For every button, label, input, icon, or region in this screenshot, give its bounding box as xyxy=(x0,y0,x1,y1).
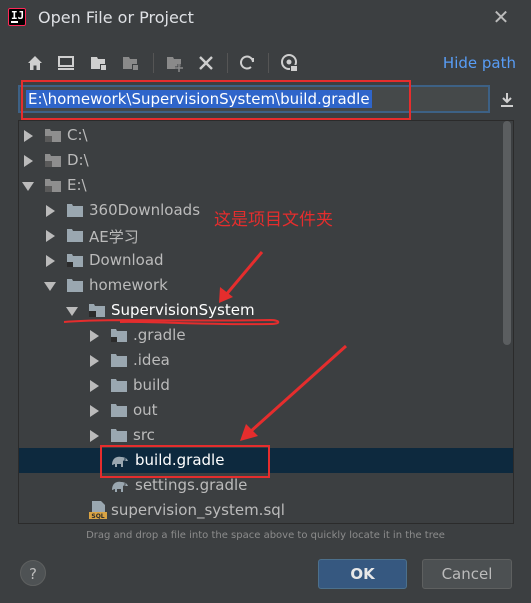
tree-item-label: E:\ xyxy=(67,176,87,194)
tree-item-label: 360Downloads xyxy=(89,201,201,219)
sql-file-icon: SQL xyxy=(89,501,107,520)
collapse-arrow-icon[interactable] xyxy=(22,182,34,191)
module-folder-icon xyxy=(89,304,105,317)
module-icon[interactable] xyxy=(120,52,142,74)
title-bar: IJ Open File or Project ✕ xyxy=(0,0,531,38)
delete-icon[interactable] xyxy=(195,52,217,74)
folder-icon xyxy=(111,404,127,417)
tree-item-label: out xyxy=(133,401,158,419)
tree-item-label: .gradle xyxy=(133,326,186,344)
home-icon[interactable] xyxy=(24,52,46,74)
ok-button[interactable]: OK xyxy=(318,559,407,589)
tree-item-homework[interactable]: homework xyxy=(19,273,513,298)
tree-item-e-drive[interactable]: E:\ xyxy=(19,173,513,198)
build-gradle-annotation-box xyxy=(100,445,270,478)
tree-item-label: supervision_system.sql xyxy=(111,501,285,519)
tree-item-label: src xyxy=(133,426,155,444)
folder-icon xyxy=(67,229,83,242)
folder-icon xyxy=(67,279,83,292)
tree-item-supervision-system-sql[interactable]: SQL supervision_system.sql xyxy=(19,498,513,523)
drag-drop-hint: Drag and drop a file into the space abov… xyxy=(86,530,445,541)
tree-item-label: build xyxy=(133,376,170,394)
show-hidden-icon[interactable] xyxy=(278,52,300,74)
tree-item-label: .idea xyxy=(133,351,170,369)
expand-arrow-icon[interactable] xyxy=(46,230,55,242)
tree-item-supervisionsystem[interactable]: SupervisionSystem xyxy=(19,298,513,323)
new-folder-icon[interactable] xyxy=(164,52,186,74)
tree-item-dot-gradle[interactable]: .gradle xyxy=(19,323,513,348)
refresh-icon[interactable] xyxy=(236,52,258,74)
folder-icon xyxy=(111,354,127,367)
help-button[interactable]: ? xyxy=(20,560,46,586)
tree-item-label: D:\ xyxy=(67,151,89,169)
tree-item-label: SupervisionSystem xyxy=(111,301,255,319)
path-annotation-box xyxy=(21,80,411,120)
folder-icon xyxy=(111,379,127,392)
tree-item-label: Download xyxy=(89,251,164,269)
desktop-icon[interactable] xyxy=(55,52,77,74)
intellij-logo-icon: IJ xyxy=(6,6,28,28)
drive-folder-icon xyxy=(45,179,61,192)
expand-arrow-icon[interactable] xyxy=(46,255,55,267)
expand-arrow-icon[interactable] xyxy=(24,130,33,142)
dialog-title: Open File or Project xyxy=(38,8,194,27)
download-icon[interactable] xyxy=(497,90,517,110)
expand-arrow-icon[interactable] xyxy=(90,355,99,367)
close-icon[interactable]: ✕ xyxy=(491,7,511,27)
tree-item-c-drive[interactable]: C:\ xyxy=(19,123,513,148)
expand-arrow-icon[interactable] xyxy=(90,405,99,417)
toolbar-separator xyxy=(268,53,269,73)
special-folder-icon xyxy=(67,254,83,267)
tree-item-label: homework xyxy=(89,276,168,294)
drive-folder-icon xyxy=(45,129,61,142)
tree-item-label: settings.gradle xyxy=(135,476,248,494)
tree-item-label: AE学习 xyxy=(89,228,139,246)
expand-arrow-icon[interactable] xyxy=(90,430,99,442)
tree-item-build[interactable]: build xyxy=(19,373,513,398)
tree-item-idea[interactable]: .idea xyxy=(19,348,513,373)
expand-arrow-icon[interactable] xyxy=(90,330,99,342)
tree-item-out[interactable]: out xyxy=(19,398,513,423)
svg-text:SQL: SQL xyxy=(91,513,104,520)
annotation-text: 这是项目文件夹 xyxy=(214,210,333,230)
cancel-button[interactable]: Cancel xyxy=(422,559,512,589)
folder-icon xyxy=(67,204,83,217)
collapse-arrow-icon[interactable] xyxy=(44,282,56,291)
drive-folder-icon xyxy=(45,154,61,167)
collapse-arrow-icon[interactable] xyxy=(66,307,78,316)
expand-arrow-icon[interactable] xyxy=(46,205,55,217)
tree-item-download[interactable]: Download xyxy=(19,248,513,273)
tree-item-d-drive[interactable]: D:\ xyxy=(19,148,513,173)
expand-arrow-icon[interactable] xyxy=(24,155,33,167)
gradle-elephant-icon xyxy=(112,481,128,492)
folder-icon xyxy=(111,429,127,442)
tree-item-label: C:\ xyxy=(67,126,88,144)
expand-arrow-icon[interactable] xyxy=(90,380,99,392)
project-icon[interactable] xyxy=(88,52,110,74)
toolbar-separator xyxy=(153,53,154,73)
toolbar-separator xyxy=(227,53,228,73)
hide-path-link[interactable]: Hide path xyxy=(443,54,516,72)
special-folder-icon xyxy=(111,329,127,342)
